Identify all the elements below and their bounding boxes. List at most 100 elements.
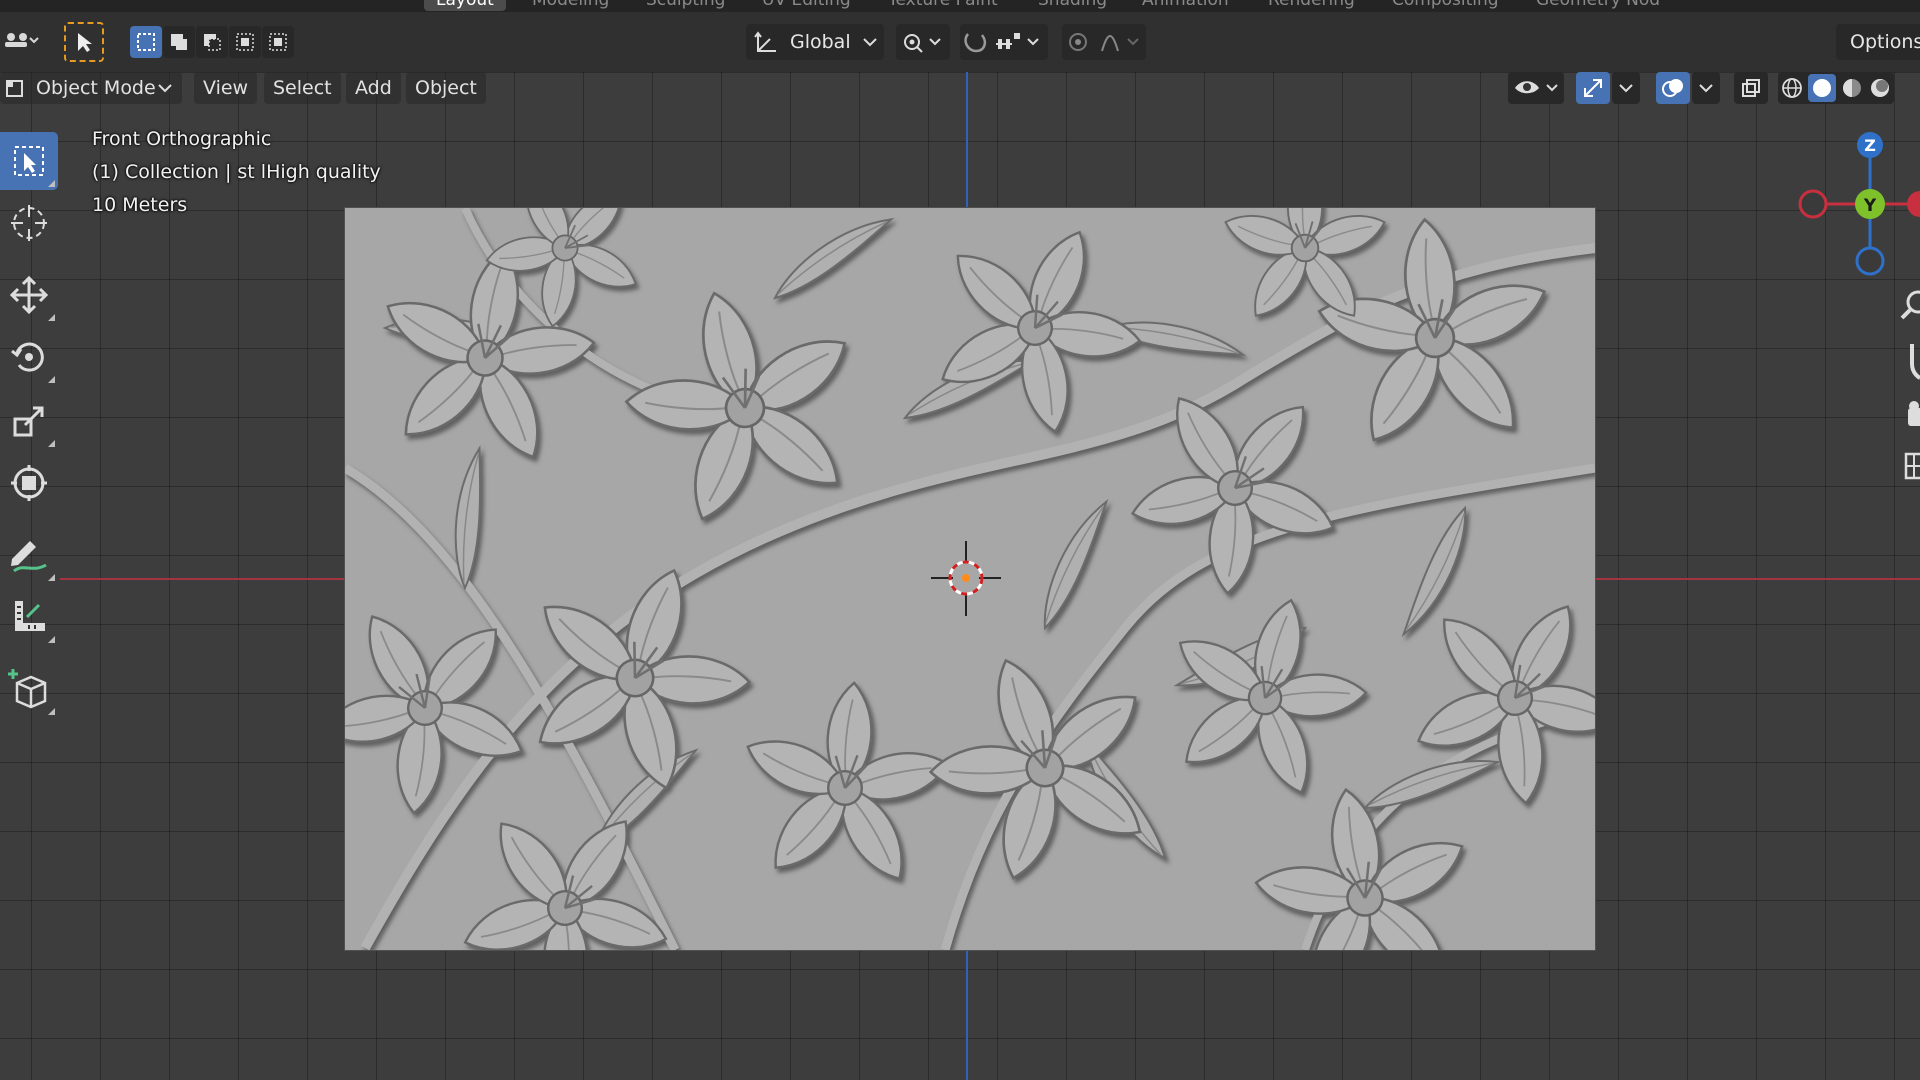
chevron-down-icon xyxy=(1699,84,1713,93)
view-name-label: Front Orthographic xyxy=(92,128,272,150)
gizmo-z-negative[interactable] xyxy=(1855,246,1885,276)
add-cube-icon xyxy=(8,669,47,709)
grid-scale-label: 10 Meters xyxy=(92,194,188,216)
shading-mode-group xyxy=(1778,72,1894,104)
tab-rendering[interactable]: Rendering xyxy=(1256,0,1367,11)
select-mode-invert-button[interactable] xyxy=(229,26,261,58)
perspective-grid-icon[interactable] xyxy=(1904,452,1920,480)
gizmo-dropdown[interactable] xyxy=(1612,72,1640,104)
viewport-header: Object Mode View Select Add Object xyxy=(0,72,1920,104)
axis-gizmo-icon: Z Y xyxy=(1798,132,1920,276)
gizmo-y-label: Y xyxy=(1863,196,1877,216)
options-dropdown[interactable]: Options xyxy=(1836,24,1920,60)
gizmo-x-positive[interactable] xyxy=(1907,191,1920,217)
object-mode-label: Object Mode xyxy=(36,77,156,99)
cursor-tool-icon xyxy=(11,205,47,241)
pivot-point-dropdown[interactable] xyxy=(896,24,950,60)
tool-cursor[interactable] xyxy=(0,194,58,252)
select-box-icon xyxy=(14,146,44,176)
select-mode-intersect-button[interactable] xyxy=(262,26,294,58)
select-mode-subtract-button[interactable] xyxy=(196,26,228,58)
tool-add-cube[interactable] xyxy=(0,660,58,718)
tool-settings-header: Global Options xyxy=(0,12,1920,72)
tab-animation[interactable]: Animation xyxy=(1130,0,1241,11)
gizmo-z-label: Z xyxy=(1864,136,1876,155)
rotate-icon xyxy=(11,342,44,372)
rendered-shading-icon[interactable] xyxy=(1868,76,1892,100)
solid-shading-icon[interactable] xyxy=(1808,74,1836,102)
proportional-editing-icon xyxy=(1069,33,1139,52)
zoom-icon[interactable] xyxy=(1900,290,1920,320)
menu-add[interactable]: Add xyxy=(346,72,401,104)
snap-settings-group[interactable] xyxy=(960,24,1048,60)
tab-geometry-nodes[interactable]: Geometry Nod xyxy=(1524,0,1672,11)
tab-uv-editing[interactable]: UV Editing xyxy=(750,0,863,11)
transform-orientation-dropdown[interactable]: Global xyxy=(746,24,884,60)
orientation-axes-icon xyxy=(754,31,776,52)
scale-icon xyxy=(13,406,44,437)
tool-measure[interactable] xyxy=(0,588,58,646)
gizmo-x-negative[interactable] xyxy=(1798,189,1828,219)
navigation-icons xyxy=(1900,290,1920,480)
measure-ruler-icon xyxy=(15,601,45,631)
overlays-toggle-button[interactable] xyxy=(1656,72,1690,104)
workspace-tab-bar: Layout Modeling Sculpting UV Editing Tex… xyxy=(0,0,1920,12)
object-mode-dropdown[interactable]: Object Mode xyxy=(0,72,182,104)
3d-cursor-icon[interactable] xyxy=(931,541,1001,616)
menu-select[interactable]: Select xyxy=(264,72,341,104)
navigation-gizmo[interactable]: Z Y xyxy=(1790,128,1920,278)
chevron-down-icon xyxy=(863,38,877,47)
tab-compositing[interactable]: Compositing xyxy=(1380,0,1511,11)
eye-icon xyxy=(1515,81,1558,94)
select-extend-icon xyxy=(171,34,187,50)
cursor-arrow-icon xyxy=(78,33,92,52)
collection-label: (1) Collection | st lHigh quality xyxy=(92,161,381,183)
annotate-pencil-icon xyxy=(11,541,47,573)
proportional-editing-group[interactable] xyxy=(1062,24,1146,60)
material-shading-icon[interactable] xyxy=(1840,76,1864,100)
object-mode-icon xyxy=(6,80,23,97)
tab-layout[interactable]: Layout xyxy=(424,0,506,11)
select-mode-new-button[interactable] xyxy=(130,26,162,58)
pan-hand-icon[interactable] xyxy=(1910,344,1920,380)
menu-object[interactable]: Object xyxy=(406,72,486,104)
tool-transform[interactable] xyxy=(0,454,58,512)
options-label: Options xyxy=(1850,31,1920,53)
move-icon xyxy=(9,275,49,315)
tool-annotate[interactable] xyxy=(0,526,58,584)
tab-sculpting[interactable]: Sculpting xyxy=(634,0,737,11)
visibility-dropdown[interactable] xyxy=(1508,72,1564,104)
select-intersect-icon xyxy=(269,33,287,51)
wireframe-shading-icon[interactable] xyxy=(1780,76,1804,100)
tool-select-box[interactable] xyxy=(0,132,58,190)
gizmo-toggle-button[interactable] xyxy=(1576,72,1610,104)
overlays-icon xyxy=(1662,79,1683,97)
select-subtract-icon xyxy=(204,34,221,51)
tool-move[interactable] xyxy=(0,266,58,324)
select-tool-button[interactable] xyxy=(64,22,104,62)
editor-type-button[interactable] xyxy=(2,26,42,56)
editor-type-icon xyxy=(5,33,39,47)
select-invert-icon xyxy=(236,33,254,51)
tool-scale[interactable] xyxy=(0,392,58,450)
select-mode-extend-button[interactable] xyxy=(163,26,195,58)
snap-magnet-icon xyxy=(964,33,1039,53)
tab-modeling[interactable]: Modeling xyxy=(520,0,621,11)
pivot-point-icon xyxy=(904,34,941,53)
transform-icon xyxy=(11,465,47,501)
xray-toggle-button[interactable] xyxy=(1734,72,1768,104)
gizmo-arrows-icon xyxy=(1584,79,1602,97)
chevron-down-icon xyxy=(158,84,172,93)
select-new-icon xyxy=(137,33,155,51)
transform-orientation-value: Global xyxy=(790,31,851,53)
xray-icon xyxy=(1742,79,1760,97)
tab-shading[interactable]: Shading xyxy=(1026,0,1119,11)
tab-texture-paint[interactable]: Texture Paint xyxy=(876,0,1010,11)
tool-shelf xyxy=(0,124,60,734)
viewport-navigation-buttons xyxy=(1898,282,1920,502)
menu-view[interactable]: View xyxy=(194,72,258,104)
chevron-down-icon xyxy=(1619,84,1633,93)
tool-rotate[interactable] xyxy=(0,328,58,386)
camera-view-icon[interactable] xyxy=(1908,401,1920,426)
overlays-dropdown[interactable] xyxy=(1692,72,1720,104)
